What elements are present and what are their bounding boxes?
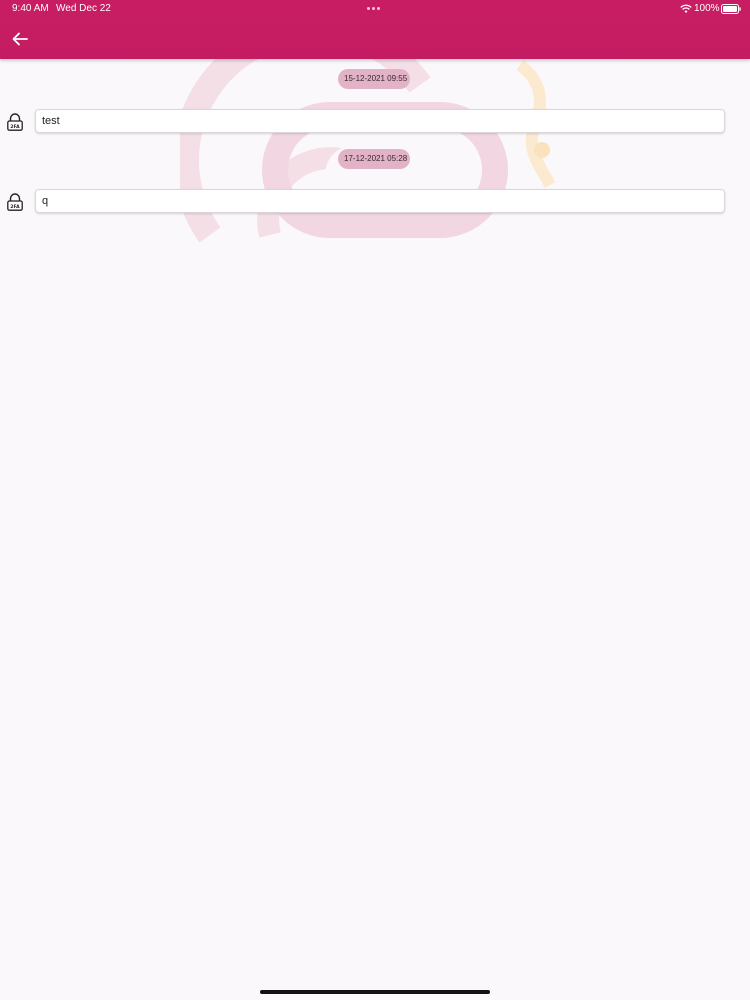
lock-2fa-icon: 2FA bbox=[7, 193, 23, 211]
wifi-icon bbox=[680, 4, 692, 13]
battery-icon bbox=[721, 4, 741, 14]
home-indicator[interactable] bbox=[260, 990, 490, 994]
svg-text:2FA: 2FA bbox=[10, 124, 20, 130]
app-header: 9:40 AM Wed Dec 22 100% bbox=[0, 0, 750, 59]
back-button[interactable] bbox=[8, 28, 32, 50]
battery-percent: 100% bbox=[694, 3, 720, 14]
status-time: 9:40 AM bbox=[12, 3, 49, 14]
lock-2fa-icon: 2FA bbox=[7, 113, 23, 131]
status-date: Wed Dec 22 bbox=[56, 3, 111, 14]
date-pill: 17-12-2021 05:28 bbox=[338, 149, 410, 169]
message-bubble: q bbox=[35, 189, 725, 213]
svg-text:2FA: 2FA bbox=[10, 204, 20, 210]
arrow-left-icon bbox=[12, 32, 28, 46]
multitask-dots-icon[interactable] bbox=[367, 7, 380, 10]
date-pill: 15-12-2021 09:55 bbox=[338, 69, 410, 89]
message-bubble: test bbox=[35, 109, 725, 133]
